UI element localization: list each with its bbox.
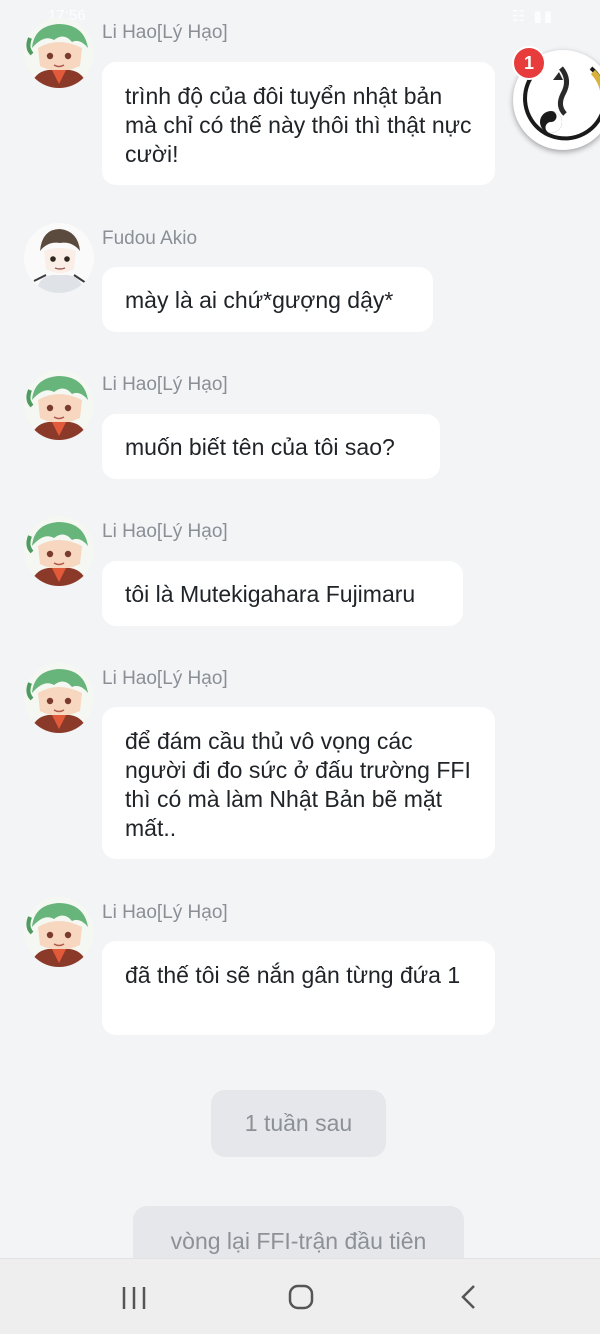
message-bubble[interactable]: muốn biết tên của tôi sao? (102, 414, 440, 479)
sender-name: Li Hao[Lý Hạo] (102, 668, 228, 689)
sender-name: Li Hao[Lý Hạo] (102, 902, 228, 923)
fudou-akio-avatar (24, 223, 94, 293)
back-button[interactable] (447, 1279, 491, 1315)
system-message: 1 tuần sau (211, 1090, 386, 1157)
li-hao-avatar (24, 516, 94, 586)
message-bubble[interactable]: tôi là Mutekigahara Fujimaru (102, 561, 463, 626)
sender-name: Li Hao[Lý Hạo] (102, 22, 228, 43)
home-button[interactable] (279, 1279, 323, 1315)
home-icon (288, 1284, 314, 1310)
sender-avatar[interactable] (24, 897, 94, 967)
recent-apps-icon (122, 1287, 146, 1309)
li-hao-avatar (24, 897, 94, 967)
li-hao-avatar (24, 18, 94, 88)
navigation-bar (0, 1258, 600, 1334)
status-bar: 17:56 ☷ ▮▮ (0, 0, 600, 28)
li-hao-avatar (24, 370, 94, 440)
sender-avatar[interactable] (24, 663, 94, 733)
message-bubble[interactable]: để đám cầu thủ vô vọng các người đi đo s… (102, 707, 495, 859)
message-bubble[interactable]: đã thế tôi sẽ nắn gân từng đứa 1 (102, 941, 495, 1035)
li-hao-avatar (24, 663, 94, 733)
status-icons: ☷ ▮▮ (511, 8, 554, 25)
sender-avatar[interactable] (24, 18, 94, 88)
message-bubble[interactable]: mày là ai chứ*gượng dậy* (102, 267, 433, 332)
back-icon (461, 1285, 475, 1309)
message-bubble[interactable]: trình độ của đôi tuyển nhật bản mà chỉ c… (102, 62, 495, 185)
sender-avatar[interactable] (24, 516, 94, 586)
sender-name: Fudou Akio (102, 228, 198, 249)
sender-name: Li Hao[Lý Hạo] (102, 521, 228, 542)
notification-badge: 1 (512, 46, 546, 80)
sender-avatar[interactable] (24, 223, 94, 293)
recent-apps-button[interactable] (112, 1279, 156, 1315)
sender-avatar[interactable] (24, 370, 94, 440)
sender-name: Li Hao[Lý Hạo] (102, 374, 228, 395)
